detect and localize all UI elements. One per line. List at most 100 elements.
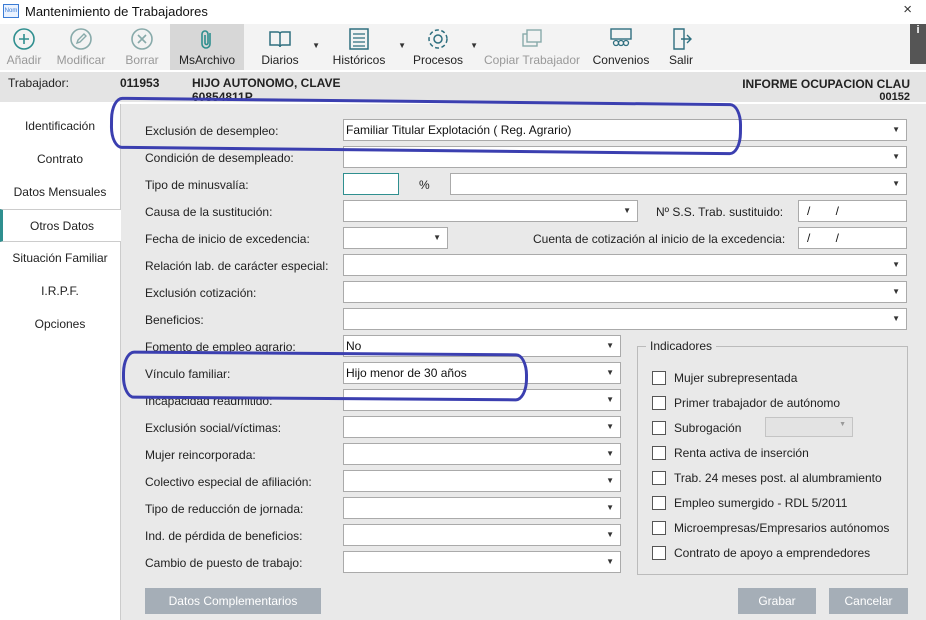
relacion-lab-label: Relación lab. de carácter especial: <box>145 259 329 273</box>
cuenta-cotizacion-label: Cuenta de cotización al inicio de la exc… <box>533 232 786 246</box>
edit-icon <box>70 28 92 50</box>
mujer-reincorporada-select[interactable]: ▼ <box>343 443 621 465</box>
checkbox[interactable] <box>652 521 666 535</box>
beneficios-select[interactable]: ▼ <box>343 308 907 330</box>
checkbox[interactable] <box>652 421 666 435</box>
chk-mujer-subrepresentada[interactable]: Mujer subrepresentada <box>652 369 797 387</box>
colectivo-especial-select[interactable]: ▼ <box>343 470 621 492</box>
worker-name: HIJO AUTONOMO, CLAVE <box>192 76 341 90</box>
chk-subrogacion[interactable]: Subrogación <box>652 419 741 437</box>
beneficios-label: Beneficios: <box>145 313 204 327</box>
chk-primer-trabajador[interactable]: Primer trabajador de autónomo <box>652 394 840 412</box>
checkbox[interactable] <box>652 496 666 510</box>
paperclip-icon <box>201 30 211 49</box>
cancelar-button[interactable]: Cancelar <box>829 588 908 614</box>
indicadores-group: Indicadores Mujer subrepresentada Primer… <box>637 339 908 575</box>
minusvalia-percent-input[interactable] <box>343 173 399 195</box>
chevron-down-icon[interactable]: ▼ <box>470 41 478 50</box>
window-title: Mantenimiento de Trabajadores <box>25 3 208 19</box>
convenios-button[interactable]: Convenios <box>586 24 656 70</box>
exclusion-social-select[interactable]: ▼ <box>343 416 621 438</box>
chevron-down-icon[interactable]: ▼ <box>398 41 406 50</box>
chk-empleo-sumergido[interactable]: Empleo sumergido - RDL 5/2011 <box>652 494 847 512</box>
cambio-puesto-select[interactable]: ▼ <box>343 551 621 573</box>
info-icon[interactable]: i <box>910 24 926 64</box>
edit-label: Modificar <box>56 53 106 67</box>
vinculo-familiar-select[interactable]: Hijo menor de 30 años ▼ <box>343 362 621 384</box>
people-icon <box>610 28 632 47</box>
chevron-down-icon[interactable]: ▼ <box>312 41 320 50</box>
app-icon: Nom <box>3 4 19 18</box>
historicos-button[interactable]: Históricos ▼ <box>322 24 406 70</box>
incapacidad-select[interactable]: ▼ <box>343 389 621 411</box>
condicion-desempleado-label: Condición de desempleado: <box>145 151 294 165</box>
vinculo-familiar-label: Vínculo familiar: <box>145 367 231 381</box>
chevron-down-icon: ▼ <box>606 341 614 350</box>
exclusion-cotizacion-select[interactable]: ▼ <box>343 281 907 303</box>
nav-opciones[interactable]: Opciones <box>0 308 120 341</box>
checkbox[interactable] <box>652 371 666 385</box>
subrogacion-select[interactable]: ▼ <box>765 417 853 437</box>
worker-header: Trabajador: 011953 HIJO AUTONOMO, CLAVE … <box>0 72 926 103</box>
tipo-reduccion-select[interactable]: ▼ <box>343 497 621 519</box>
fomento-empleo-select[interactable]: No ▼ <box>343 335 621 357</box>
copy-worker-button[interactable]: Copiar Trabajador <box>480 24 584 70</box>
exclusion-social-label: Exclusión social/víctimas: <box>145 421 282 435</box>
fecha-excedencia-picker[interactable]: ▼ <box>343 227 448 249</box>
procesos-button[interactable]: Procesos ▼ <box>408 24 478 70</box>
chevron-down-icon: ▼ <box>606 503 614 512</box>
nav-datos-mensuales[interactable]: Datos Mensuales <box>0 176 120 209</box>
incapacidad-label: Incapacidad readmitido: <box>145 394 273 408</box>
exclusion-desempleo-label: Exclusión de desempleo: <box>145 124 279 138</box>
checkbox[interactable] <box>652 471 666 485</box>
report-code: 00152 <box>879 91 910 103</box>
nss-sustituido-input[interactable]: / / <box>798 200 907 222</box>
edit-button[interactable]: Modificar <box>48 24 114 70</box>
exclusion-desempleo-value: Familiar Titular Explotación ( Reg. Agra… <box>346 123 572 137</box>
chevron-down-icon: ▼ <box>606 530 614 539</box>
condicion-desempleado-select[interactable]: ▼ <box>343 146 907 168</box>
chevron-down-icon: ▼ <box>892 287 900 296</box>
chevron-down-icon: ▼ <box>892 125 900 134</box>
diarios-button[interactable]: Diarios ▼ <box>250 24 320 70</box>
title-bar: Nom Mantenimiento de Trabajadores × <box>0 0 926 22</box>
chk-trab-24-meses[interactable]: Trab. 24 meses post. al alumbramiento <box>652 469 882 487</box>
fecha-excedencia-label: Fecha de inicio de excedencia: <box>145 232 310 246</box>
book-icon <box>269 31 291 48</box>
nss-sustituido-label: Nº S.S. Trab. sustituido: <box>656 205 784 219</box>
exclusion-desempleo-select[interactable]: Familiar Titular Explotación ( Reg. Agra… <box>343 119 907 141</box>
nav-irpf[interactable]: I.R.P.F. <box>0 275 120 308</box>
chk-renta-activa[interactable]: Renta activa de inserción <box>652 444 809 462</box>
exit-button[interactable]: Salir <box>660 24 702 70</box>
delete-button[interactable]: Borrar <box>114 24 170 70</box>
close-icon[interactable]: × <box>903 1 912 18</box>
ind-perdida-select[interactable]: ▼ <box>343 524 621 546</box>
nav-contrato[interactable]: Contrato <box>0 143 120 176</box>
copy-icon <box>522 29 542 47</box>
worker-code: 011953 <box>120 76 160 90</box>
chk-contrato-apoyo[interactable]: Contrato de apoyo a emprendedores <box>652 544 870 562</box>
nav-otros-datos[interactable]: Otros Datos <box>0 209 121 242</box>
checkbox[interactable] <box>652 546 666 560</box>
diarios-label: Diarios <box>261 53 299 67</box>
grabar-button[interactable]: Grabar <box>738 588 816 614</box>
datos-complementarios-button[interactable]: Datos Complementarios <box>145 588 321 614</box>
otros-datos-panel: Exclusión de desempleo: Familiar Titular… <box>120 104 926 620</box>
causa-sustitucion-select[interactable]: ▼ <box>343 200 638 222</box>
add-button[interactable]: Añadir <box>0 24 48 70</box>
cuenta-cotizacion-input[interactable]: / / <box>798 227 907 249</box>
ind-perdida-label: Ind. de pérdida de beneficios: <box>145 529 303 543</box>
nav-identificacion[interactable]: Identificación <box>0 110 120 143</box>
msarchivo-button[interactable]: MsArchivo <box>170 24 244 70</box>
colectivo-especial-label: Colectivo especial de afiliación: <box>145 475 312 489</box>
chk-label: Primer trabajador de autónomo <box>674 396 841 410</box>
checkbox[interactable] <box>652 446 666 460</box>
tipo-minusvalia-select[interactable]: ▼ <box>450 173 907 195</box>
chk-label: Empleo sumergido - RDL 5/2011 <box>674 496 848 510</box>
toolbar: Añadir Modificar Borrar MsArchivo Diario… <box>0 24 926 70</box>
checkbox[interactable] <box>652 396 666 410</box>
nav-situacion-familiar[interactable]: Situación Familiar <box>0 242 120 275</box>
chk-microempresas[interactable]: Microempresas/Empresarios autónomos <box>652 519 889 537</box>
relacion-lab-select[interactable]: ▼ <box>343 254 907 276</box>
chevron-down-icon: ▼ <box>892 260 900 269</box>
